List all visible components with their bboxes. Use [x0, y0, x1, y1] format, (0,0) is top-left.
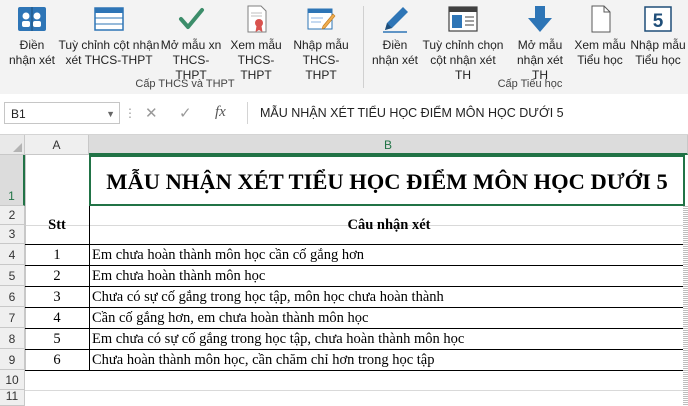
formula-actions: ✕ ✓ fx [133, 102, 243, 124]
button-label: Xem mẫu [574, 38, 626, 52]
fill-comment-button[interactable]: Điền nhận xét [5, 4, 59, 68]
button-label: Điền [382, 38, 408, 52]
button-label: Tuỳ chỉnh chọn [422, 38, 504, 52]
column-header-b[interactable]: B [89, 135, 688, 155]
name-box-value: B1 [11, 107, 26, 121]
import-template-thcs-button[interactable]: Nhập mẫu THCS-THPT [290, 4, 352, 83]
customize-comment-column-th-button[interactable]: Tuỳ chỉnh chọn cột nhận xét TH [421, 4, 505, 83]
comment-cell[interactable]: Chưa có sự cố gắng trong học tập, môn họ… [92, 286, 682, 307]
window-grid-icon [447, 4, 479, 34]
button-label: nhận xét [8, 53, 56, 67]
group-separator [363, 6, 364, 88]
fill-comment-icon [16, 4, 48, 34]
comment-cell[interactable]: Em chưa hoàn thành môn học [92, 265, 682, 286]
button-label: Xem mẫu [230, 38, 282, 52]
arrow-down-icon [524, 4, 556, 34]
button-label: Điền [19, 38, 45, 52]
ribbon: Điền nhận xét Tuỳ chỉnh cột nhận xét THC… [0, 0, 688, 95]
comment-cell[interactable]: Cần cố gắng hơn, em chưa hoàn thành môn … [92, 307, 682, 328]
table-columns-icon [93, 4, 125, 34]
stt-cell[interactable]: 5 [25, 328, 89, 349]
row-header-2[interactable]: 2 [0, 206, 25, 225]
view-template-thcs-button[interactable]: Xem mẫu THCS-THPT [225, 4, 287, 83]
customize-comment-column-thcs-button[interactable]: Tuỳ chỉnh cột nhận xét THCS-THPT [57, 4, 161, 68]
fill-comment-th-button[interactable]: Điền nhận xét [368, 4, 422, 68]
certificate-icon [240, 4, 272, 34]
button-label: nhận xét [371, 53, 419, 67]
comment-cell[interactable]: Chưa hoàn thành môn học, cần chăm chỉ hơ… [92, 349, 682, 370]
row-header-8[interactable]: 8 [0, 328, 25, 349]
button-label: Tiểu học [635, 53, 681, 67]
open-template-thcs-button[interactable]: Mở mẫu xn THCS-THPT [160, 4, 222, 83]
number-five-icon: 5 [642, 4, 674, 34]
row-header-5[interactable]: 5 [0, 265, 25, 286]
button-label: Mở mẫu xn [160, 38, 222, 52]
group-label-th: Cấp Tiểu học [497, 78, 563, 90]
chevron-down-icon[interactable]: ▼ [106, 103, 115, 125]
formula-bar: B1 ▼ ⋮ ✕ ✓ fx MẪU NHẬN XÉT TIỂU HỌC ĐIỂM… [0, 94, 688, 135]
import-template-th-button[interactable]: 5 Nhập mẫu Tiểu học [628, 4, 688, 68]
header-comment-cell[interactable]: Câu nhận xét [90, 206, 688, 244]
function-icon[interactable]: fx [215, 104, 226, 121]
comment-cell[interactable]: Em chưa hoàn thành môn học cần cố gắng h… [92, 244, 682, 265]
name-box[interactable]: B1 ▼ [4, 102, 120, 124]
group-label-thcs: Cấp THCS và THPT [135, 78, 235, 90]
stt-cell[interactable]: 6 [25, 349, 89, 370]
row-header-10[interactable]: 10 [0, 370, 25, 390]
table-border [25, 370, 688, 371]
button-label: Nhập mẫu [293, 38, 349, 52]
stt-cell[interactable]: 2 [25, 265, 89, 286]
gridline [25, 390, 688, 391]
button-label: Mở mẫu [517, 38, 563, 52]
button-label: Nhập mẫu [630, 38, 686, 52]
column-header-a[interactable]: A [25, 135, 89, 155]
row-header-7[interactable]: 7 [0, 307, 25, 328]
button-label: Tiểu học [577, 53, 623, 67]
pencil-icon [379, 4, 411, 34]
form-edit-icon [305, 4, 337, 34]
stt-cell[interactable]: 3 [25, 286, 89, 307]
button-label: Tuỳ chỉnh cột nhận [58, 38, 160, 52]
cancel-icon[interactable]: ✕ [145, 104, 158, 122]
open-template-th-button[interactable]: Mở mẫu nhận xét TH [508, 4, 572, 83]
title-cell[interactable]: MẪU NHẬN XÉT TIỂU HỌC ĐIỂM MÔN HỌC DƯỚI … [89, 155, 685, 206]
checkmark-icon [175, 4, 207, 34]
stt-cell[interactable]: 1 [25, 244, 89, 265]
confirm-icon[interactable]: ✓ [179, 104, 192, 122]
row-header-9[interactable]: 9 [0, 349, 25, 370]
svg-text:5: 5 [653, 11, 664, 32]
button-label: xét THCS-THPT [65, 53, 153, 67]
comment-cell[interactable]: Em chưa có sự cố gắng trong học tập, chư… [92, 328, 682, 349]
formula-input[interactable]: MẪU NHẬN XÉT TIỂU HỌC ĐIỂM MÔN HỌC DƯỚI … [247, 102, 687, 124]
stt-cell[interactable]: 4 [25, 307, 89, 328]
row-header-1[interactable]: 1 [0, 155, 25, 206]
header-stt-cell[interactable]: Stt [25, 206, 89, 244]
select-all-corner[interactable] [0, 135, 25, 155]
view-template-th-button[interactable]: Xem mẫu Tiểu học [572, 4, 628, 68]
row-header-11[interactable]: 11 [0, 389, 25, 406]
row-header-4[interactable]: 4 [0, 244, 25, 265]
row-header-6[interactable]: 6 [0, 286, 25, 307]
document-icon [584, 4, 616, 34]
row-header-3[interactable]: 3 [0, 225, 25, 244]
